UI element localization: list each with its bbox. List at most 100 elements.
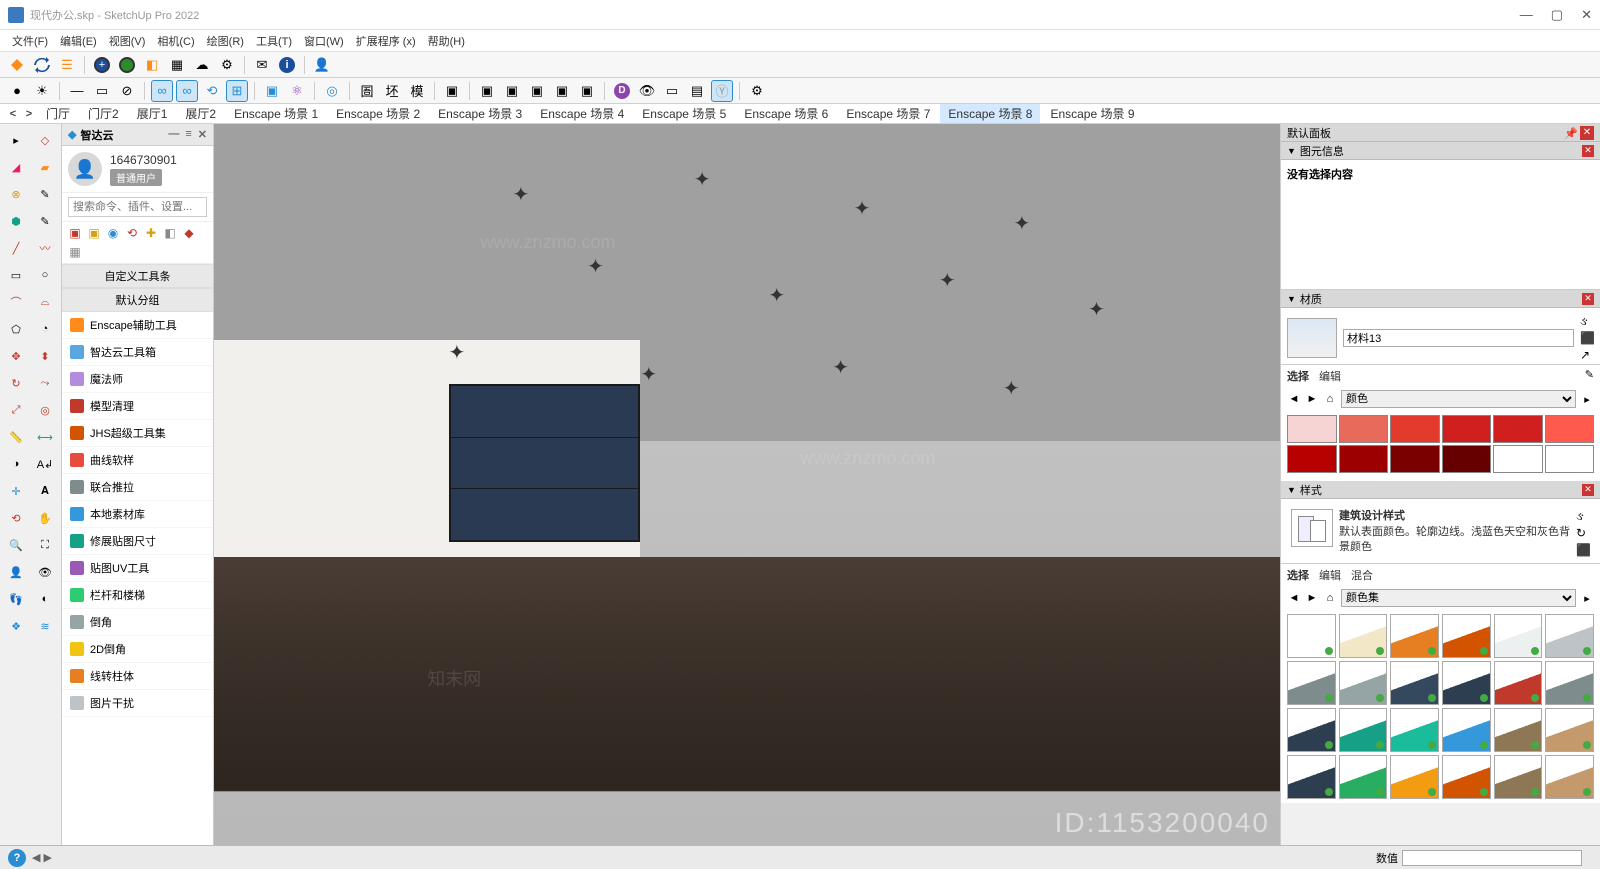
char-2-icon[interactable]: 坯 <box>381 80 403 102</box>
plugin-item[interactable]: 魔法师 <box>62 366 213 393</box>
rect-icon[interactable]: ▭ <box>91 80 113 102</box>
entity-header[interactable]: ▼ 图元信息 ✕ <box>1281 142 1600 160</box>
panel-menu-icon[interactable]: ≡ <box>185 128 191 141</box>
axes-tool[interactable]: ✛ <box>3 479 29 503</box>
style-prev[interactable]: ◄ <box>1287 592 1301 604</box>
plugin-item[interactable]: 栏杆和楼梯 <box>62 582 213 609</box>
gear-icon[interactable]: ⚙ <box>216 54 238 76</box>
color-swatch[interactable] <box>1442 445 1492 473</box>
plugin-item[interactable]: 图片干扰 <box>62 690 213 717</box>
user-icon[interactable]: 👤 <box>311 54 333 76</box>
color-swatch[interactable] <box>1339 415 1389 443</box>
color-swatch[interactable] <box>1493 445 1543 473</box>
styles-dropdown[interactable]: 颜色集 <box>1341 589 1576 607</box>
scene-tab[interactable]: Enscape 场景 7 <box>838 104 938 123</box>
dropper-tool[interactable]: ✎ <box>32 182 58 206</box>
mat-action-1-icon[interactable]: ઙ <box>1580 314 1594 328</box>
style-cell[interactable] <box>1287 755 1336 799</box>
ext-b-tool[interactable]: ≋ <box>32 614 58 638</box>
menu-file[interactable]: 文件(F) <box>6 31 54 51</box>
plugin-item[interactable]: 2D倒角 <box>62 636 213 663</box>
screen-icon[interactable]: ▭ <box>661 80 683 102</box>
pie-tool[interactable]: ◔ <box>32 317 58 341</box>
plugin-item[interactable]: 模型清理 <box>62 393 213 420</box>
scene-tab[interactable]: 展厅1 <box>129 104 176 123</box>
plugin-item[interactable]: 修展贴图尺寸 <box>62 528 213 555</box>
scene-tab[interactable]: Enscape 场景 6 <box>736 104 836 123</box>
color-swatch[interactable] <box>1339 445 1389 473</box>
checker-icon[interactable]: ▦ <box>166 54 188 76</box>
plugin-item[interactable]: JHS超级工具集 <box>62 420 213 447</box>
style-act-1-icon[interactable]: ઙ <box>1576 509 1590 523</box>
scene-tab[interactable]: 展厅2 <box>177 104 224 123</box>
refresh-icon[interactable]: ⟲ <box>201 80 223 102</box>
tab-edit[interactable]: 编辑 <box>1319 368 1341 384</box>
style-cell[interactable] <box>1390 755 1439 799</box>
rotate-tool[interactable]: ↻ <box>3 371 29 395</box>
mini-7-icon[interactable]: ◆ <box>182 226 196 240</box>
circle-tool[interactable]: ○ <box>32 263 58 287</box>
mini-3-icon[interactable]: ◉ <box>106 226 120 240</box>
no-icon[interactable]: ⊘ <box>116 80 138 102</box>
scene-tab[interactable]: Enscape 场景 4 <box>532 104 632 123</box>
style-cell[interactable] <box>1545 614 1594 658</box>
style-cell[interactable] <box>1287 661 1336 705</box>
gear2-icon[interactable]: ⚙ <box>746 80 768 102</box>
char-3-icon[interactable]: 模 <box>406 80 428 102</box>
viewport[interactable]: ✦✦ ✦✦ ✦✦ ✦✦ ✦✦ ✦✦ www.znzmo.com www.znzm… <box>214 124 1280 845</box>
style-cell[interactable] <box>1442 708 1491 752</box>
color-swatch[interactable] <box>1287 415 1337 443</box>
paint-tool[interactable]: ▰ <box>32 155 58 179</box>
tape-tool[interactable]: 📏 <box>3 425 29 449</box>
walk-tool[interactable]: 👣 <box>3 587 29 611</box>
wire-tool[interactable]: ⊗ <box>3 182 29 206</box>
zoom-tool[interactable]: 🔍 <box>3 533 29 557</box>
mini-1-icon[interactable]: ▣ <box>68 226 82 240</box>
style-cell[interactable] <box>1287 708 1336 752</box>
style-thumbnail[interactable] <box>1291 509 1333 547</box>
orbit-tool[interactable]: ⟲ <box>3 506 29 530</box>
menu-tools[interactable]: 工具(T) <box>250 31 298 51</box>
select-rect-icon[interactable]: ▣ <box>261 80 283 102</box>
ext-a-tool[interactable]: ❖ <box>3 614 29 638</box>
scene-next[interactable]: > <box>22 108 36 120</box>
style-cell[interactable] <box>1339 661 1388 705</box>
tree-icon[interactable] <box>116 54 138 76</box>
entity-close-icon[interactable]: ✕ <box>1582 145 1594 157</box>
freehand-tool[interactable]: 〰 <box>32 236 58 260</box>
char-1-icon[interactable]: 圄 <box>356 80 378 102</box>
style-menu-icon[interactable]: ▸ <box>1580 592 1594 605</box>
scene-tab[interactable]: Enscape 场景 3 <box>430 104 530 123</box>
menu-window[interactable]: 窗口(W) <box>298 31 350 51</box>
cam-4-icon[interactable]: ▣ <box>526 80 548 102</box>
scene-tab[interactable]: Enscape 场景 9 <box>1042 104 1142 123</box>
mat-next[interactable]: ► <box>1305 393 1319 405</box>
offset-tool[interactable]: ◎ <box>32 398 58 422</box>
style-cell[interactable] <box>1390 708 1439 752</box>
scale-tool[interactable]: ⤢ <box>3 398 29 422</box>
color-swatch[interactable] <box>1287 445 1337 473</box>
style-cell[interactable] <box>1339 614 1388 658</box>
mail-icon[interactable]: ✉ <box>251 54 273 76</box>
menu-camera[interactable]: 相机(C) <box>151 31 200 51</box>
plugin-item[interactable]: 本地素材库 <box>62 501 213 528</box>
style-cell[interactable] <box>1494 708 1543 752</box>
close-button[interactable]: ✕ <box>1581 7 1592 23</box>
tab-select[interactable]: 选择 <box>1287 567 1309 583</box>
lasso-tool[interactable]: ◇ <box>32 128 58 152</box>
component-tool[interactable]: ⬢ <box>3 209 29 233</box>
plugin-item[interactable]: Enscape辅助工具 <box>62 312 213 339</box>
scene-tab[interactable]: 门厅 <box>38 104 78 123</box>
plugin-search-input[interactable] <box>68 197 207 217</box>
color-swatch[interactable] <box>1493 415 1543 443</box>
scene-prev[interactable]: < <box>6 108 20 120</box>
cam-2-icon[interactable]: ▣ <box>476 80 498 102</box>
style-next[interactable]: ► <box>1305 592 1319 604</box>
scene-tab[interactable]: 门厅2 <box>80 104 127 123</box>
mini-8-icon[interactable]: ▦ <box>68 245 82 259</box>
vcb-input[interactable] <box>1402 850 1582 866</box>
link-b-icon[interactable]: ∞ <box>176 80 198 102</box>
mini-4-icon[interactable]: ⟲ <box>125 226 139 240</box>
sun-icon[interactable]: ☀ <box>31 80 53 102</box>
mini-5-icon[interactable]: ✚ <box>144 226 158 240</box>
